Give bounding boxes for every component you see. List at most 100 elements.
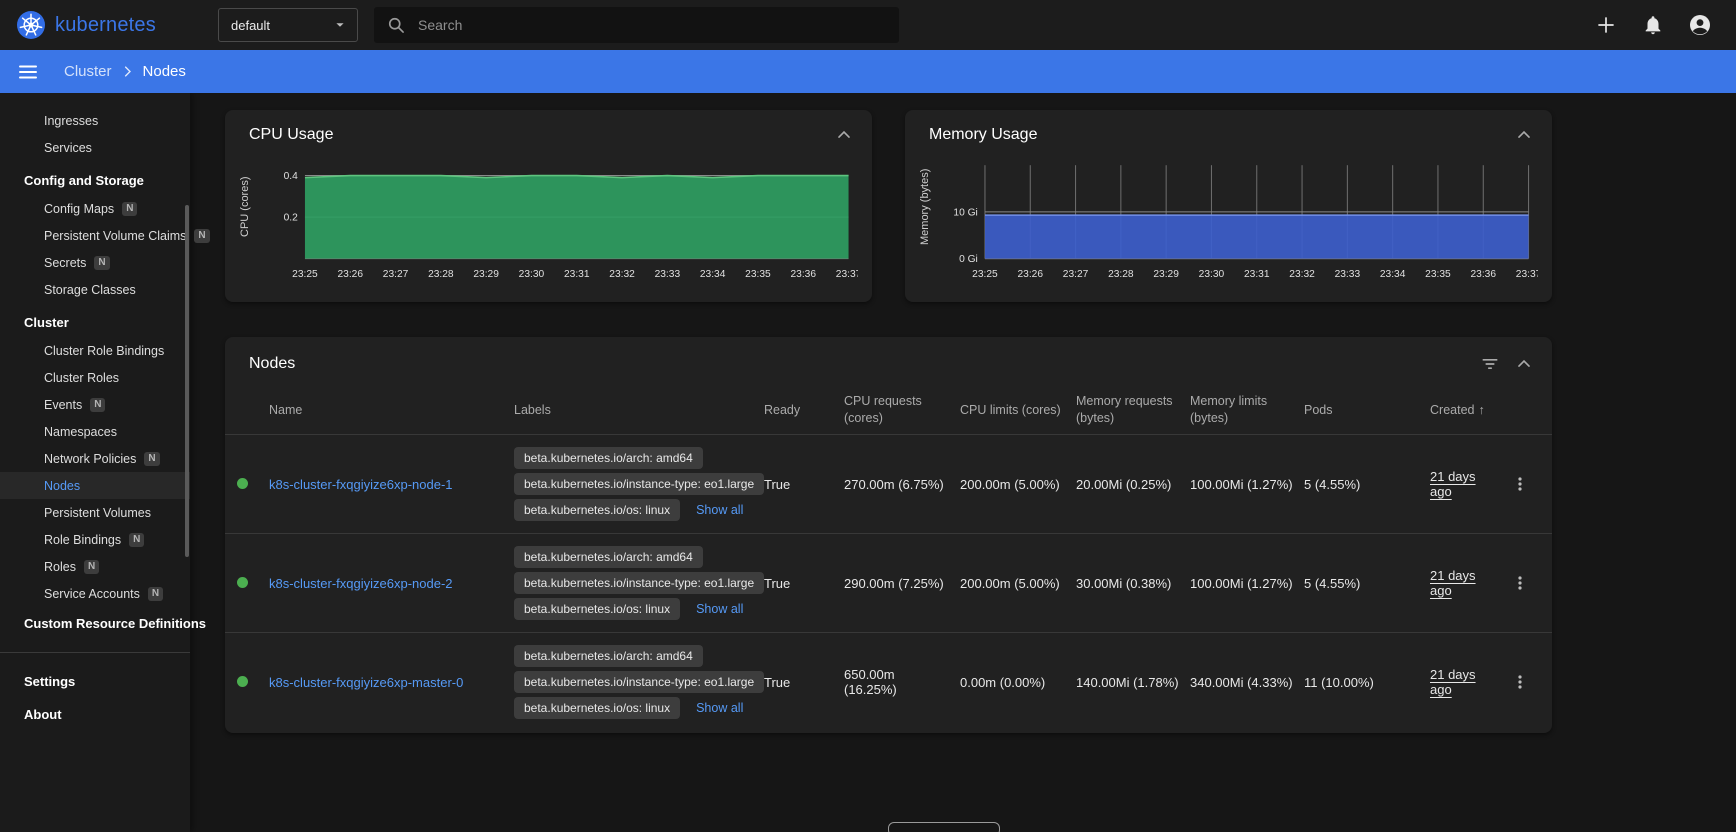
column-header-name[interactable]: Name	[269, 398, 514, 423]
sidebar-item-persistent-volumes[interactable]: Persistent Volumes	[0, 499, 190, 526]
plus-icon	[1594, 13, 1618, 37]
sidebar-item-settings[interactable]: Settings	[0, 665, 190, 698]
node-row: k8s-cluster-fxqgiyize6xp-node-2 beta.kube…	[225, 533, 1552, 632]
svg-text:23:37: 23:37	[1516, 269, 1538, 280]
sidebar-item-label: Role Bindings	[44, 533, 121, 547]
sidebar-group-config-and-storage[interactable]: Config and Storage	[0, 161, 190, 195]
sidebar-item-services[interactable]: Services	[0, 134, 190, 161]
svg-text:23:30: 23:30	[519, 269, 545, 280]
column-header-cpu-limits-cores[interactable]: CPU limits (cores)	[960, 398, 1076, 423]
show-all-link[interactable]: Show all	[696, 701, 743, 715]
column-header-cpu-requests-cores[interactable]: CPU requests (cores)	[844, 389, 960, 431]
sidebar-item-persistent-volume-claims[interactable]: Persistent Volume ClaimsN	[0, 222, 190, 249]
sidebar-item-network-policies[interactable]: Network PoliciesN	[0, 445, 190, 472]
node-ready: True	[764, 572, 844, 595]
bell-icon	[1642, 14, 1664, 36]
column-header-pods[interactable]: Pods	[1304, 398, 1430, 423]
node-name-link[interactable]: k8s-cluster-fxqgiyize6xp-node-1	[269, 477, 453, 492]
notifications-button[interactable]	[1640, 12, 1666, 38]
svg-text:0.2: 0.2	[284, 213, 299, 224]
svg-text:23:26: 23:26	[1018, 269, 1044, 280]
node-labels: beta.kubernetes.io/arch: amd64beta.kuber…	[514, 534, 764, 632]
sidebar-item-storage-classes[interactable]: Storage Classes	[0, 276, 190, 303]
breadcrumb-nodes: Nodes	[143, 63, 186, 80]
column-header-memory-requests-bytes[interactable]: Memory requests (bytes)	[1076, 389, 1190, 431]
kebab-menu-icon[interactable]	[1508, 472, 1532, 496]
breadcrumb-cluster[interactable]: Cluster	[64, 63, 112, 80]
search-input[interactable]	[416, 16, 887, 34]
sidebar-item-label: Settings	[24, 674, 75, 689]
memory-usage-title: Memory Usage	[929, 126, 1037, 144]
partial-bottom-control	[888, 822, 1000, 832]
cpu-usage-card: CPU Usage CPU (cores) 0.20.423:2523:2623…	[225, 110, 872, 302]
menu-toggle-button[interactable]	[14, 58, 42, 86]
column-header-status	[225, 406, 269, 414]
sidebar-item-nodes[interactable]: Nodes	[0, 472, 190, 499]
column-header-created[interactable]: Created↑	[1430, 398, 1508, 423]
node-name-link[interactable]: k8s-cluster-fxqgiyize6xp-node-2	[269, 576, 453, 591]
sidebar-item-events[interactable]: EventsN	[0, 391, 190, 418]
sidebar-item-about[interactable]: About	[0, 698, 190, 731]
node-name-link[interactable]: k8s-cluster-fxqgiyize6xp-master-0	[269, 675, 463, 690]
node-created: 21 days ago	[1430, 469, 1476, 499]
sidebar-item-custom-resource-definitions[interactable]: Custom Resource Definitions	[0, 607, 190, 640]
create-resource-button[interactable]	[1592, 11, 1620, 39]
account-button[interactable]	[1686, 11, 1714, 39]
memory-card-collapse-button[interactable]	[1512, 123, 1536, 147]
label-chip: beta.kubernetes.io/instance-type: eo1.la…	[514, 671, 764, 693]
sidebar-item-label: Config Maps	[44, 202, 114, 216]
svg-text:23:28: 23:28	[1108, 269, 1134, 280]
svg-text:23:35: 23:35	[745, 269, 771, 280]
svg-text:23:33: 23:33	[655, 269, 681, 280]
breadcrumb-bar: Cluster Nodes	[0, 50, 1736, 93]
column-header-ready[interactable]: Ready	[764, 398, 844, 423]
memory-usage-chart: 0 Gi10 Gi23:2523:2623:2723:2823:2923:302…	[940, 153, 1538, 285]
sidebar-item-cluster-roles[interactable]: Cluster Roles	[0, 364, 190, 391]
sidebar-item-cluster-role-bindings[interactable]: Cluster Role Bindings	[0, 337, 190, 364]
cpu-card-collapse-button[interactable]	[832, 123, 856, 147]
kubernetes-logo[interactable]: kubernetes	[0, 10, 186, 40]
memory-y-axis-label: Memory (bytes)	[919, 153, 940, 261]
sidebar-item-namespaces[interactable]: Namespaces	[0, 418, 190, 445]
nodes-card-collapse-button[interactable]	[1512, 352, 1536, 376]
node-ready: True	[764, 671, 844, 694]
sidebar-item-config-maps[interactable]: Config MapsN	[0, 195, 190, 222]
node-memory-requests: 20.00Mi (0.25%)	[1076, 473, 1190, 496]
sidebar-item-role-bindings[interactable]: Role BindingsN	[0, 526, 190, 553]
breadcrumb: Cluster Nodes	[64, 63, 186, 80]
svg-text:23:32: 23:32	[610, 269, 636, 280]
sidebar-item-roles[interactable]: RolesN	[0, 553, 190, 580]
sidebar-item-ingresses[interactable]: Ingresses	[0, 107, 190, 134]
kebab-menu-icon[interactable]	[1508, 670, 1532, 694]
sidebar-group-cluster[interactable]: Cluster	[0, 303, 190, 337]
new-badge: N	[84, 560, 99, 574]
column-header-labels[interactable]: Labels	[514, 398, 764, 423]
show-all-link[interactable]: Show all	[696, 503, 743, 517]
node-labels: beta.kubernetes.io/arch: amd64beta.kuber…	[514, 435, 764, 533]
node-memory-requests: 30.00Mi (0.38%)	[1076, 572, 1190, 595]
node-pods: 11 (10.00%)	[1304, 671, 1430, 694]
svg-text:23:36: 23:36	[1471, 269, 1497, 280]
namespace-selector[interactable]: default	[218, 8, 358, 42]
filter-list-icon	[1480, 354, 1500, 374]
show-all-link[interactable]: Show all	[696, 602, 743, 616]
chevron-up-icon	[834, 125, 854, 145]
cpu-usage-chart: 0.20.423:2523:2623:2723:2823:2923:3023:3…	[260, 153, 858, 285]
sidebar-scrollbar[interactable]	[185, 205, 189, 557]
filter-button[interactable]	[1478, 352, 1502, 376]
kebab-menu-icon[interactable]	[1508, 571, 1532, 595]
label-chip: beta.kubernetes.io/os: linux	[514, 499, 680, 521]
memory-usage-card: Memory Usage Memory (bytes) 0 Gi10 Gi23:…	[905, 110, 1552, 302]
sidebar-item-label: Storage Classes	[44, 283, 136, 297]
sidebar-item-service-accounts[interactable]: Service AccountsN	[0, 580, 190, 607]
sort-ascending-icon: ↑	[1478, 403, 1484, 417]
new-badge: N	[94, 256, 109, 270]
chevron-up-icon	[1514, 125, 1534, 145]
column-header-memory-limits-bytes[interactable]: Memory limits (bytes)	[1190, 389, 1304, 431]
global-search[interactable]	[374, 7, 899, 43]
sidebar-item-label: Nodes	[44, 479, 80, 493]
svg-text:23:31: 23:31	[564, 269, 590, 280]
sidebar-item-label: Service Accounts	[44, 587, 140, 601]
svg-text:23:26: 23:26	[338, 269, 364, 280]
sidebar-item-secrets[interactable]: SecretsN	[0, 249, 190, 276]
